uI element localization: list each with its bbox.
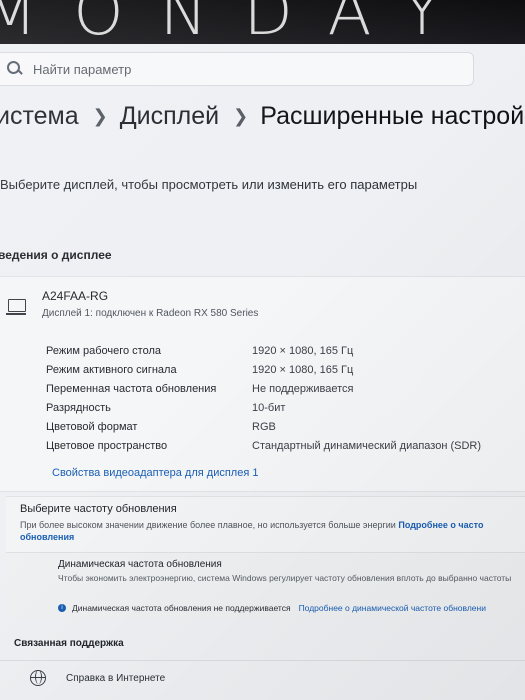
related-support-heading: Связанная поддержка [14, 638, 124, 649]
breadcrumb-system[interactable]: истема [0, 102, 79, 131]
property-value: 1920 × 1080, 165 Гц [252, 344, 354, 357]
property-row: Цветовой формат RGB [46, 417, 516, 436]
monitor-bezel: MONDAY [0, 0, 525, 44]
search-box[interactable] [0, 52, 474, 86]
page-title: Расширенные настрой [260, 102, 525, 130]
property-label: Цветовой формат [46, 420, 138, 433]
search-input[interactable] [31, 60, 455, 78]
display-name: A24FAA-RG [42, 289, 109, 303]
property-value: Стандартный динамический диапазон (SDR) [252, 439, 482, 452]
property-row: Цветовое пространство Стандартный динами… [46, 436, 516, 455]
property-row: Режим активного сигнала 1920 × 1080, 165… [46, 360, 516, 379]
chevron-right-icon: ❯ [233, 106, 249, 126]
help-online-item[interactable]: Справка в Интернете [30, 670, 165, 686]
refresh-rate-description: При более высоком значении движение боле… [20, 519, 525, 543]
breadcrumb-display[interactable]: Дисплей [120, 102, 219, 131]
property-value: 1920 × 1080, 165 Гц [252, 363, 354, 376]
refresh-rate-learn-more-link-cont[interactable]: обновления [20, 532, 74, 542]
property-label: Режим активного сигнала [46, 363, 177, 376]
monitor-icon [6, 299, 26, 315]
dynamic-refresh-card: Динамическая частота обновления Чтобы эк… [6, 552, 525, 619]
property-value: Не поддерживается [252, 382, 354, 395]
display-info-card: A24FAA-RG Дисплей 1: подключен к Radeon … [0, 276, 525, 492]
refresh-rate-desc-text: При более высоком значении движение боле… [20, 520, 396, 530]
property-label: Переменная частота обновления [46, 382, 217, 395]
adapter-properties-link[interactable]: Свойства видеоадаптера для дисплея 1 [52, 467, 258, 479]
property-value: 10-бит [252, 401, 286, 414]
property-label: Режим рабочего стола [46, 344, 162, 357]
display-connection: Дисплей 1: подключен к Radeon RX 580 Ser… [42, 308, 259, 319]
display-properties: Режим рабочего стола 1920 × 1080, 165 Гц… [46, 341, 516, 455]
globe-icon [30, 670, 46, 686]
breadcrumb: истема ❯ Дисплей ❯ Расширенные настрой [0, 102, 524, 131]
search-icon [5, 60, 23, 78]
dynamic-refresh-note: i Динамическая частота обновления не под… [58, 603, 486, 613]
divider [0, 660, 525, 661]
display-select-prompt: Выберите дисплей, чтобы просмотреть или … [0, 177, 418, 192]
dynamic-refresh-title: Динамическая частота обновления [58, 559, 222, 570]
info-icon: i [58, 604, 66, 612]
settings-window: истема ❯ Дисплей ❯ Расширенные настрой В… [0, 44, 525, 700]
refresh-rate-learn-more-link[interactable]: Подробнее о часто [398, 520, 483, 530]
property-label: Разрядность [46, 401, 111, 414]
property-label: Цветовое пространство [46, 439, 168, 452]
display-info-heading: ведения о дисплее [0, 248, 112, 262]
property-row: Разрядность 10-бит [46, 398, 516, 417]
dynamic-refresh-learn-more-link[interactable]: Подробнее о динамической частоте обновле… [299, 603, 486, 613]
property-row: Режим рабочего стола 1920 × 1080, 165 Гц [46, 341, 516, 360]
monitor-brand-logo: MONDAY [0, 0, 478, 44]
help-online-label: Справка в Интернете [66, 672, 166, 684]
refresh-rate-title: Выберите частоту обновления [20, 503, 177, 515]
dynamic-refresh-description: Чтобы экономить электроэнергию, система … [58, 573, 512, 583]
property-value: RGB [252, 420, 276, 433]
chevron-right-icon: ❯ [92, 106, 108, 126]
dynamic-refresh-unsupported: Динамическая частота обновления не подде… [72, 603, 291, 613]
property-row: Переменная частота обновления Не поддерж… [46, 379, 516, 398]
